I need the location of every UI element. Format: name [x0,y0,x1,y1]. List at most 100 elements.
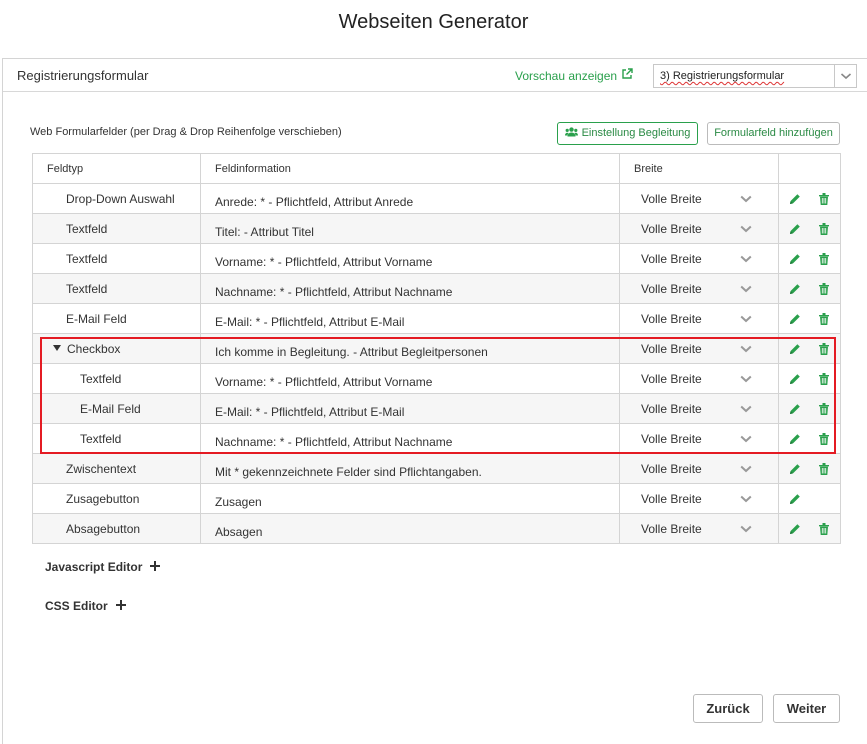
formularfeld-hinzufuegen-button[interactable]: Formularfeld hinzufügen [707,122,840,145]
table-row[interactable]: Absagebutton Absagen Volle Breite [32,513,841,544]
pencil-icon[interactable] [789,283,801,295]
pencil-icon[interactable] [789,313,801,325]
trash-icon[interactable] [819,373,829,385]
trash-icon[interactable] [819,343,829,355]
pencil-icon[interactable] [789,193,801,205]
table-row[interactable]: Zwischentext Mit * gekennzeichnete Felder… [32,453,841,484]
table-row[interactable]: Textfeld Titel: - Attribut Titel Volle Bre… [32,213,841,244]
breite-value: Volle Breite [641,491,702,506]
pencil-icon[interactable] [789,523,801,535]
feldtyp-cell: Textfeld [32,243,201,274]
table-row[interactable]: Textfeld Vorname: * - Pflichtfeld, Attrib… [32,243,841,274]
breite-select[interactable]: Volle Breite [619,513,779,544]
feldinformation-cell: Mit * gekennzeichnete Felder sind Pflich… [200,453,620,484]
feldtyp-cell: Drop-Down Auswahl [32,183,201,214]
panel-header: Registrierungsformular Vorschau anzeigen… [3,59,867,92]
table-row[interactable]: Textfeld Nachname: * - Pflichtfeld, Attri… [32,273,841,304]
breite-select[interactable]: Volle Breite [619,483,779,514]
chevron-down-icon[interactable] [740,405,752,413]
javascript-editor-toggle[interactable]: Javascript Editor [45,560,161,574]
row-actions [778,333,841,364]
css-editor-label: CSS Editor [45,599,108,613]
header-feldtyp: Feldtyp [32,153,201,184]
trash-icon[interactable] [819,283,829,295]
chevron-down-icon[interactable] [740,285,752,293]
fields-table: Feldtyp Feldinformation Breite Drop-Down… [32,153,841,544]
breite-select[interactable]: Volle Breite [619,303,779,334]
breite-select[interactable]: Volle Breite [619,183,779,214]
plus-icon [115,600,126,611]
chevron-down-icon[interactable] [840,71,852,81]
feldtyp-cell: Textfeld [32,363,201,394]
pencil-icon[interactable] [789,403,801,415]
table-row[interactable]: Textfeld Vorname: * - Pflichtfeld, Attrib… [32,363,841,394]
breite-value: Volle Breite [641,461,702,476]
form-select[interactable]: 3) Registrierungsformular [653,64,857,88]
feldtyp-cell: E-Mail Feld [32,303,201,334]
pencil-icon[interactable] [789,223,801,235]
form-select-value: 3) Registrierungsformular [660,70,785,82]
row-actions [778,393,841,424]
javascript-editor-label: Javascript Editor [45,560,143,574]
feldinformation-cell: Absagen [200,513,620,544]
breite-select[interactable]: Volle Breite [619,363,779,394]
table-header-row: Feldtyp Feldinformation Breite [32,153,841,184]
trash-icon[interactable] [819,433,829,445]
breite-select[interactable]: Volle Breite [619,453,779,484]
pencil-icon[interactable] [789,463,801,475]
row-actions [778,483,841,514]
external-link-icon[interactable] [621,68,633,80]
trash-icon[interactable] [819,193,829,205]
trash-icon[interactable] [819,403,829,415]
trash-icon[interactable] [819,463,829,475]
chevron-down-icon[interactable] [740,315,752,323]
chevron-down-icon[interactable] [740,435,752,443]
pencil-icon[interactable] [789,343,801,355]
css-editor-toggle[interactable]: CSS Editor [45,599,126,613]
preview-link[interactable]: Vorschau anzeigen [515,69,617,83]
chevron-down-icon[interactable] [740,465,752,473]
chevron-down-icon[interactable] [740,375,752,383]
feldinformation-cell: E-Mail: * - Pflichtfeld, Attribut E-Mail [200,303,620,334]
feldtyp-cell: Textfeld [32,213,201,244]
table-row[interactable]: E-Mail Feld E-Mail: * - Pflichtfeld, Attr… [32,303,841,334]
chevron-down-icon[interactable] [740,495,752,503]
back-button[interactable]: Zurück [693,694,763,723]
table-row[interactable]: Drop-Down Auswahl Anrede: * - Pflichtfeld… [32,183,841,214]
table-row[interactable]: E-Mail Feld E-Mail: * - Pflichtfeld, Attr… [32,393,841,424]
table-row[interactable]: Checkbox Ich komme in Begleitung. - Attri… [32,333,841,364]
breite-select[interactable]: Volle Breite [619,273,779,304]
pencil-icon[interactable] [789,373,801,385]
chevron-down-icon[interactable] [740,195,752,203]
trash-icon[interactable] [819,223,829,235]
breite-select[interactable]: Volle Breite [619,333,779,364]
trash-icon[interactable] [819,313,829,325]
feldtyp-text: Textfeld [66,281,108,296]
pencil-icon[interactable] [789,253,801,265]
breite-select[interactable]: Volle Breite [619,243,779,274]
einstellung-begleitung-button[interactable]: Einstellung Begleitung [557,122,698,145]
breite-value: Volle Breite [641,311,702,326]
feldtyp-text: E-Mail Feld [80,401,141,416]
breite-select[interactable]: Volle Breite [619,423,779,454]
einstellung-begleitung-label: Einstellung Begleitung [581,127,691,139]
pencil-icon[interactable] [789,433,801,445]
chevron-down-icon[interactable] [740,345,752,353]
breite-value: Volle Breite [641,341,702,356]
caret-down-icon[interactable] [53,344,61,351]
feldtyp-cell: E-Mail Feld [32,393,201,424]
feldtyp-text: Textfeld [80,431,122,446]
chevron-down-icon[interactable] [740,225,752,233]
table-row[interactable]: Zusagebutton Zusagen Volle Breite [32,483,841,514]
trash-icon[interactable] [819,253,829,265]
chevron-down-icon[interactable] [740,525,752,533]
next-button[interactable]: Weiter [773,694,840,723]
feldinformation-cell: Nachname: * - Pflichtfeld, Attribut Nach… [200,423,620,454]
pencil-icon[interactable] [789,493,801,505]
breite-select[interactable]: Volle Breite [619,393,779,424]
table-row[interactable]: Textfeld Nachname: * - Pflichtfeld, Attri… [32,423,841,454]
feldinformation-cell: Zusagen [200,483,620,514]
breite-select[interactable]: Volle Breite [619,213,779,244]
chevron-down-icon[interactable] [740,255,752,263]
trash-icon[interactable] [819,523,829,535]
